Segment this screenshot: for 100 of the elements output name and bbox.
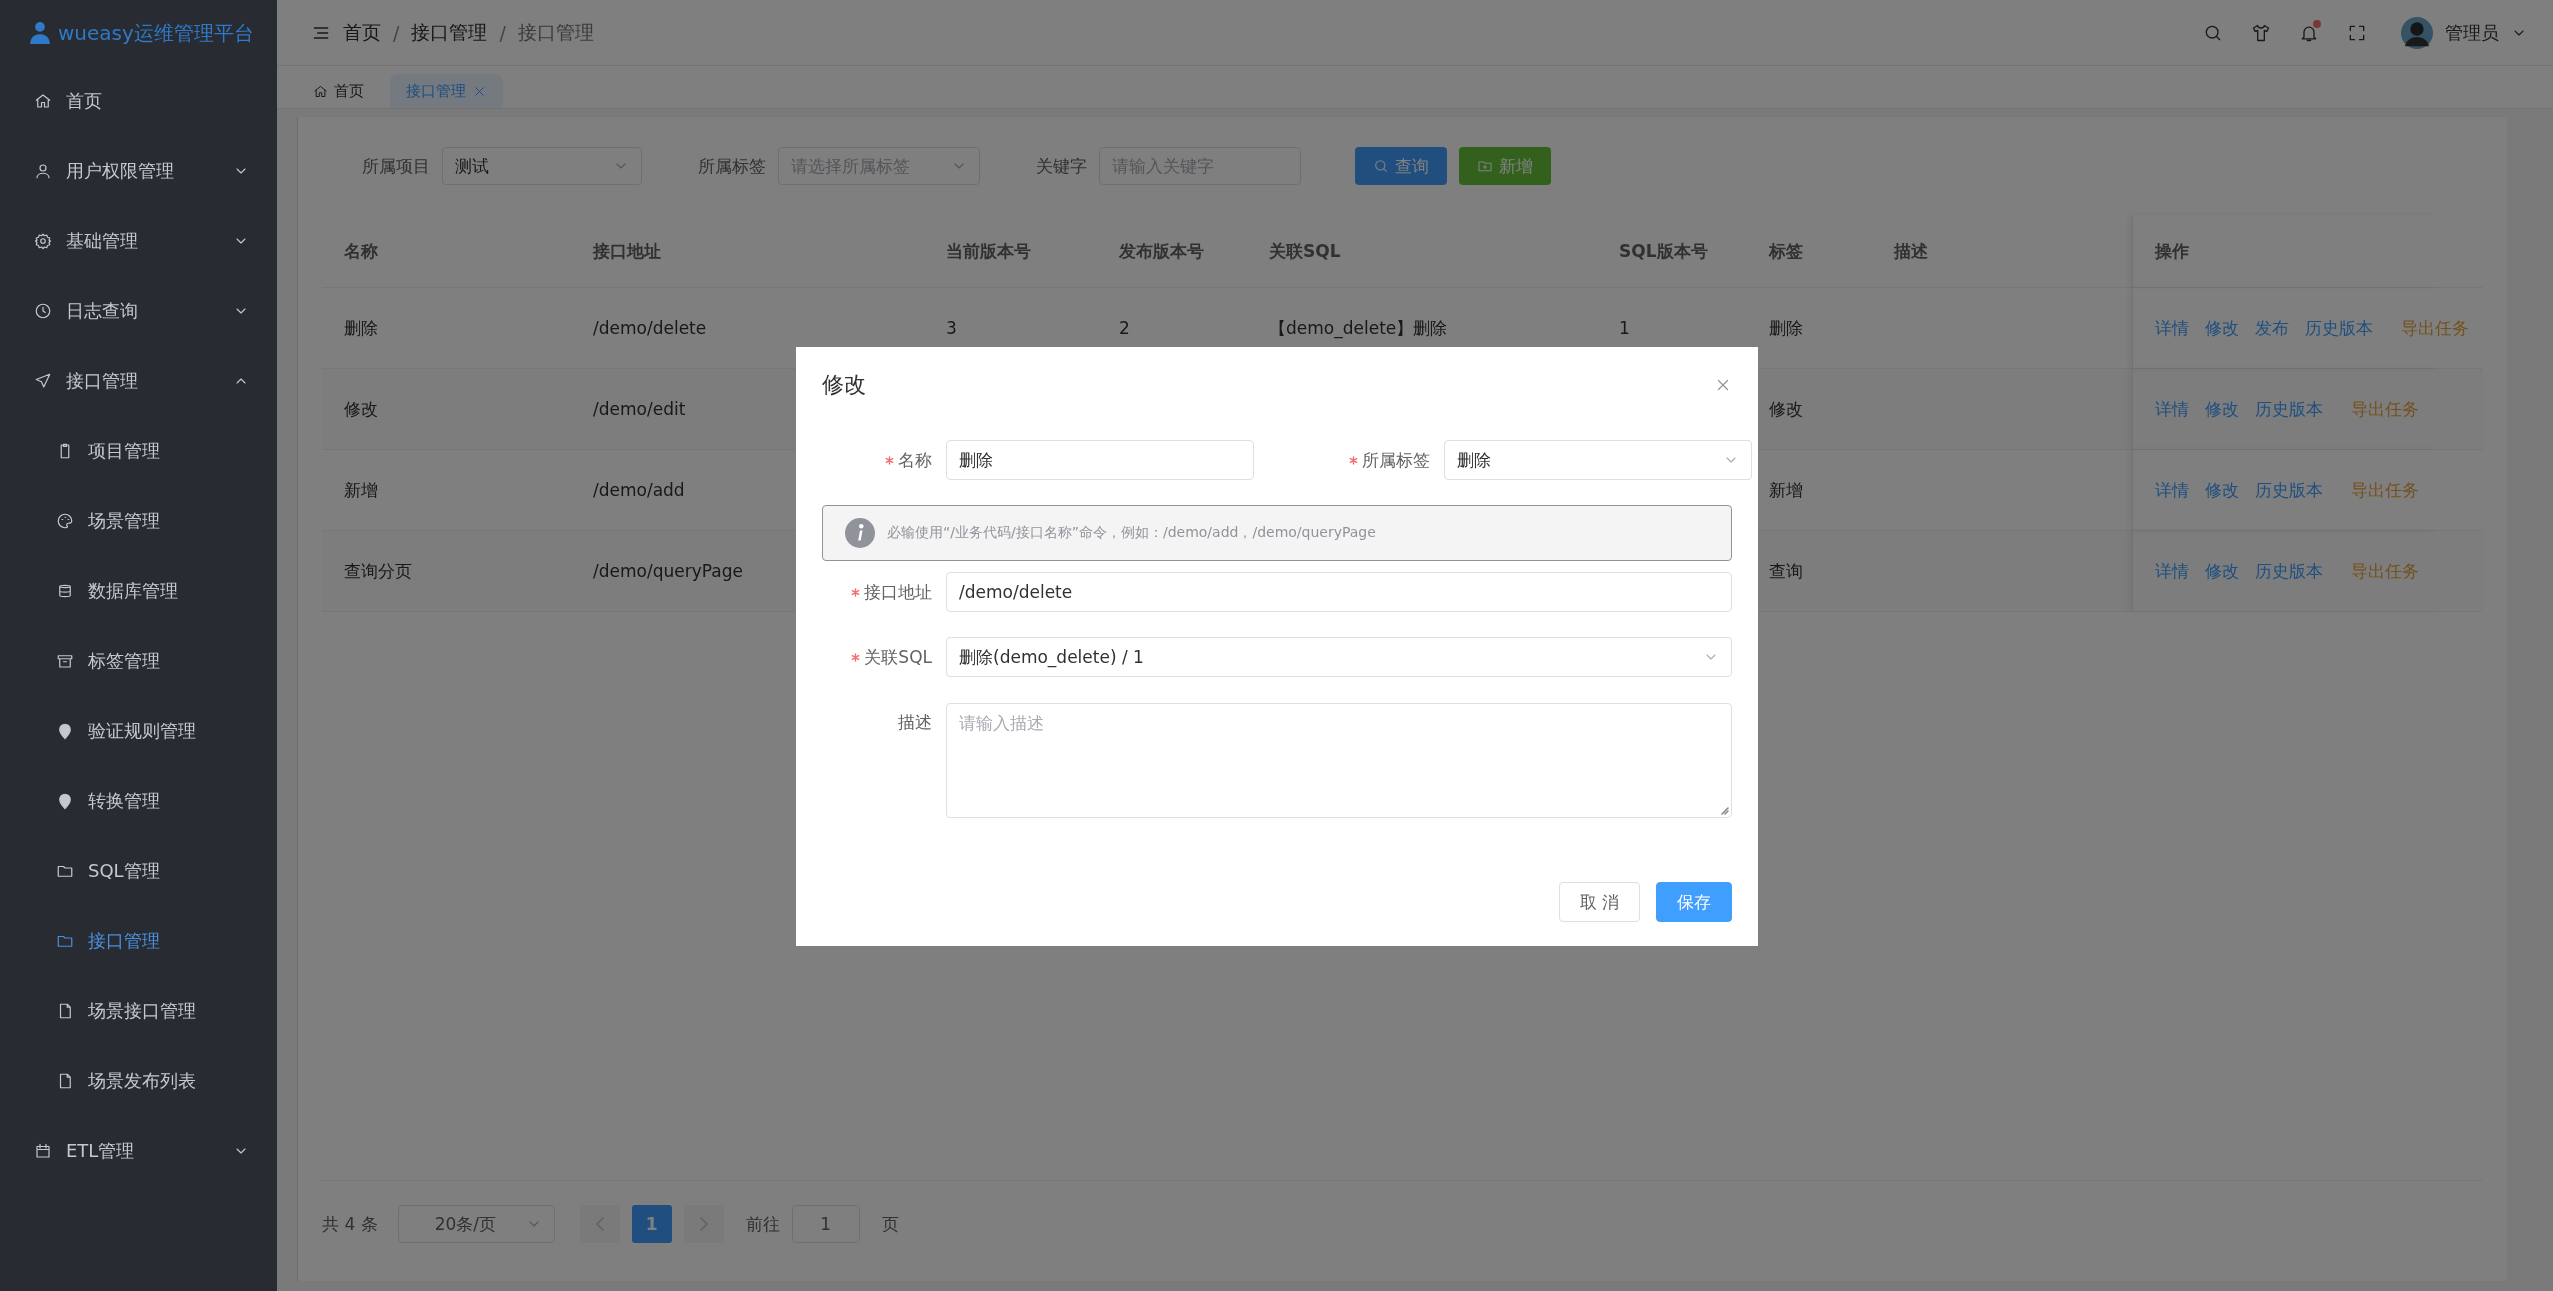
table-cell: 查询 [1769,559,1803,583]
column-header: SQL版本号 [1618,239,1709,263]
page-number[interactable]: 1 [631,1205,672,1243]
select-field[interactable]: 删除(demo_delete) / 1 [946,637,1732,677]
column-header: 发布版本号 [1118,239,1205,263]
action-link[interactable]: 详情 [2155,559,2189,583]
resize-handle-icon[interactable] [1719,805,1729,815]
column-header: 描述 [1892,239,1929,263]
shirt-icon[interactable] [2251,22,2271,43]
chevron-left-icon [595,1217,604,1231]
table-cell: 3 [946,318,957,338]
cancel-button[interactable]: 取 消 [1558,882,1640,922]
sidebar-subitem[interactable]: 场景发布列表 [0,1046,277,1116]
export-link[interactable]: 导出任务 [2351,397,2419,421]
goto-label: 前往 [745,1212,780,1236]
sidebar-item[interactable]: 首页 [0,66,277,136]
total-count: 共 4 条 [322,1212,378,1236]
select-field[interactable]: 测试 [442,147,642,185]
pin-icon [56,792,74,810]
action-link[interactable]: 详情 [2155,478,2189,502]
table-cell: 【demo_delete】删除 [1269,316,1448,340]
sidebar-subitem[interactable]: 转换管理 [0,766,277,836]
sidebar-subitem[interactable]: 标签管理 [0,626,277,696]
action-link[interactable]: 详情 [2155,316,2189,340]
sidebar-subitem[interactable]: SQL管理 [0,836,277,906]
action-link[interactable]: 修改 [2205,397,2239,421]
table-cell: 修改 [1769,397,1803,421]
input-field[interactable]: 删除 [946,440,1254,480]
send-icon [34,372,52,390]
action-link[interactable]: 历史版本 [2255,478,2323,502]
table-cell: /demo/edit [593,399,686,419]
palette-icon [56,512,74,530]
filter-label: 所属标签 [698,154,766,178]
sidebar-item[interactable]: 日志查询 [0,276,277,346]
export-link[interactable]: 导出任务 [2351,478,2419,502]
action-link[interactable]: 历史版本 [2305,316,2373,340]
page-tab[interactable]: 接口管理 [390,74,503,108]
column-header: 关联SQL [1268,239,1342,263]
action-link[interactable]: 修改 [2205,316,2239,340]
action-link[interactable]: 修改 [2205,478,2239,502]
sidebar-subitem[interactable]: 接口管理 [0,906,277,976]
column-header: 标签 [1767,239,1804,263]
calendar-icon [34,1142,52,1160]
action-link[interactable]: 历史版本 [2255,397,2323,421]
textarea-field[interactable]: 请输入描述 [946,703,1732,818]
avatar[interactable] [2401,16,2433,49]
export-link[interactable]: 导出任务 [2401,316,2469,340]
sidebar-subitem[interactable]: 场景管理 [0,486,277,556]
table-cell: 删除 [1769,316,1803,340]
folder-plus-icon [1477,158,1493,174]
table-cell: 新增 [1769,478,1803,502]
select-field[interactable]: 删除 [1444,440,1752,480]
sidebar-subitem[interactable]: 数据库管理 [0,556,277,626]
breadcrumb-item[interactable]: 接口管理 [411,19,488,46]
page-size-select[interactable]: 20条/页 [397,1205,555,1243]
chevron-right-icon [699,1217,708,1231]
action-link[interactable]: 发布 [2255,316,2289,340]
sidebar-item[interactable]: 接口管理 [0,346,277,416]
home-icon [313,83,328,99]
sidebar-subitem[interactable]: 验证规则管理 [0,696,277,766]
table-cell: 新增 [344,478,378,502]
database-icon [56,582,74,600]
search-icon [1373,158,1389,174]
export-link[interactable]: 导出任务 [2351,559,2419,583]
sidebar-subitem[interactable]: 场景接口管理 [0,976,277,1046]
page-suffix: 页 [881,1212,899,1236]
table-cell: /demo/add [593,480,685,500]
column-header: 操作 [2132,215,2438,287]
page-input[interactable]: 1 [791,1205,860,1243]
info-icon [845,518,875,548]
home-icon [34,92,52,110]
breadcrumb-separator: / [393,21,400,44]
page-tab[interactable]: 首页 [297,74,380,108]
notice-text: 必输使用“/业务代码/接口名称”命令，例如：/demo/add，/demo/queryPage [887,524,1376,542]
save-button[interactable]: 保存 [1656,882,1732,922]
column-header: 名称 [343,239,379,263]
archive-icon [56,652,74,670]
table-cell: 查询分页 [344,559,412,583]
query-button[interactable]: 查询 [1355,147,1447,185]
column-header: 当前版本号 [945,239,1032,263]
field-label: 关联SQL [864,645,932,669]
action-link[interactable]: 修改 [2205,559,2239,583]
action-link[interactable]: 详情 [2155,397,2189,421]
sidebar-item[interactable]: 用户权限管理 [0,136,277,206]
table-cell: /demo/queryPage [593,561,743,581]
gear-icon [34,232,52,250]
table-cell: 2 [1119,318,1130,338]
sidebar-item[interactable]: 基础管理 [0,206,277,276]
breadcrumb-item[interactable]: 首页 [343,19,381,46]
input-field[interactable]: /demo/delete [946,572,1732,612]
sidebar-subitem[interactable]: 项目管理 [0,416,277,486]
sidebar-item[interactable]: ETL管理 [0,1116,277,1186]
add-button[interactable]: 新增 [1459,147,1551,185]
table-cell: 删除 [344,316,378,340]
user-name[interactable]: 管理员 [2445,20,2499,45]
table-cell: 修改 [344,397,378,421]
app-title: wueasy运维管理平台 [58,19,254,47]
table-cell: /demo/delete [593,318,707,338]
clock-icon [34,302,52,320]
action-link[interactable]: 历史版本 [2255,559,2323,583]
